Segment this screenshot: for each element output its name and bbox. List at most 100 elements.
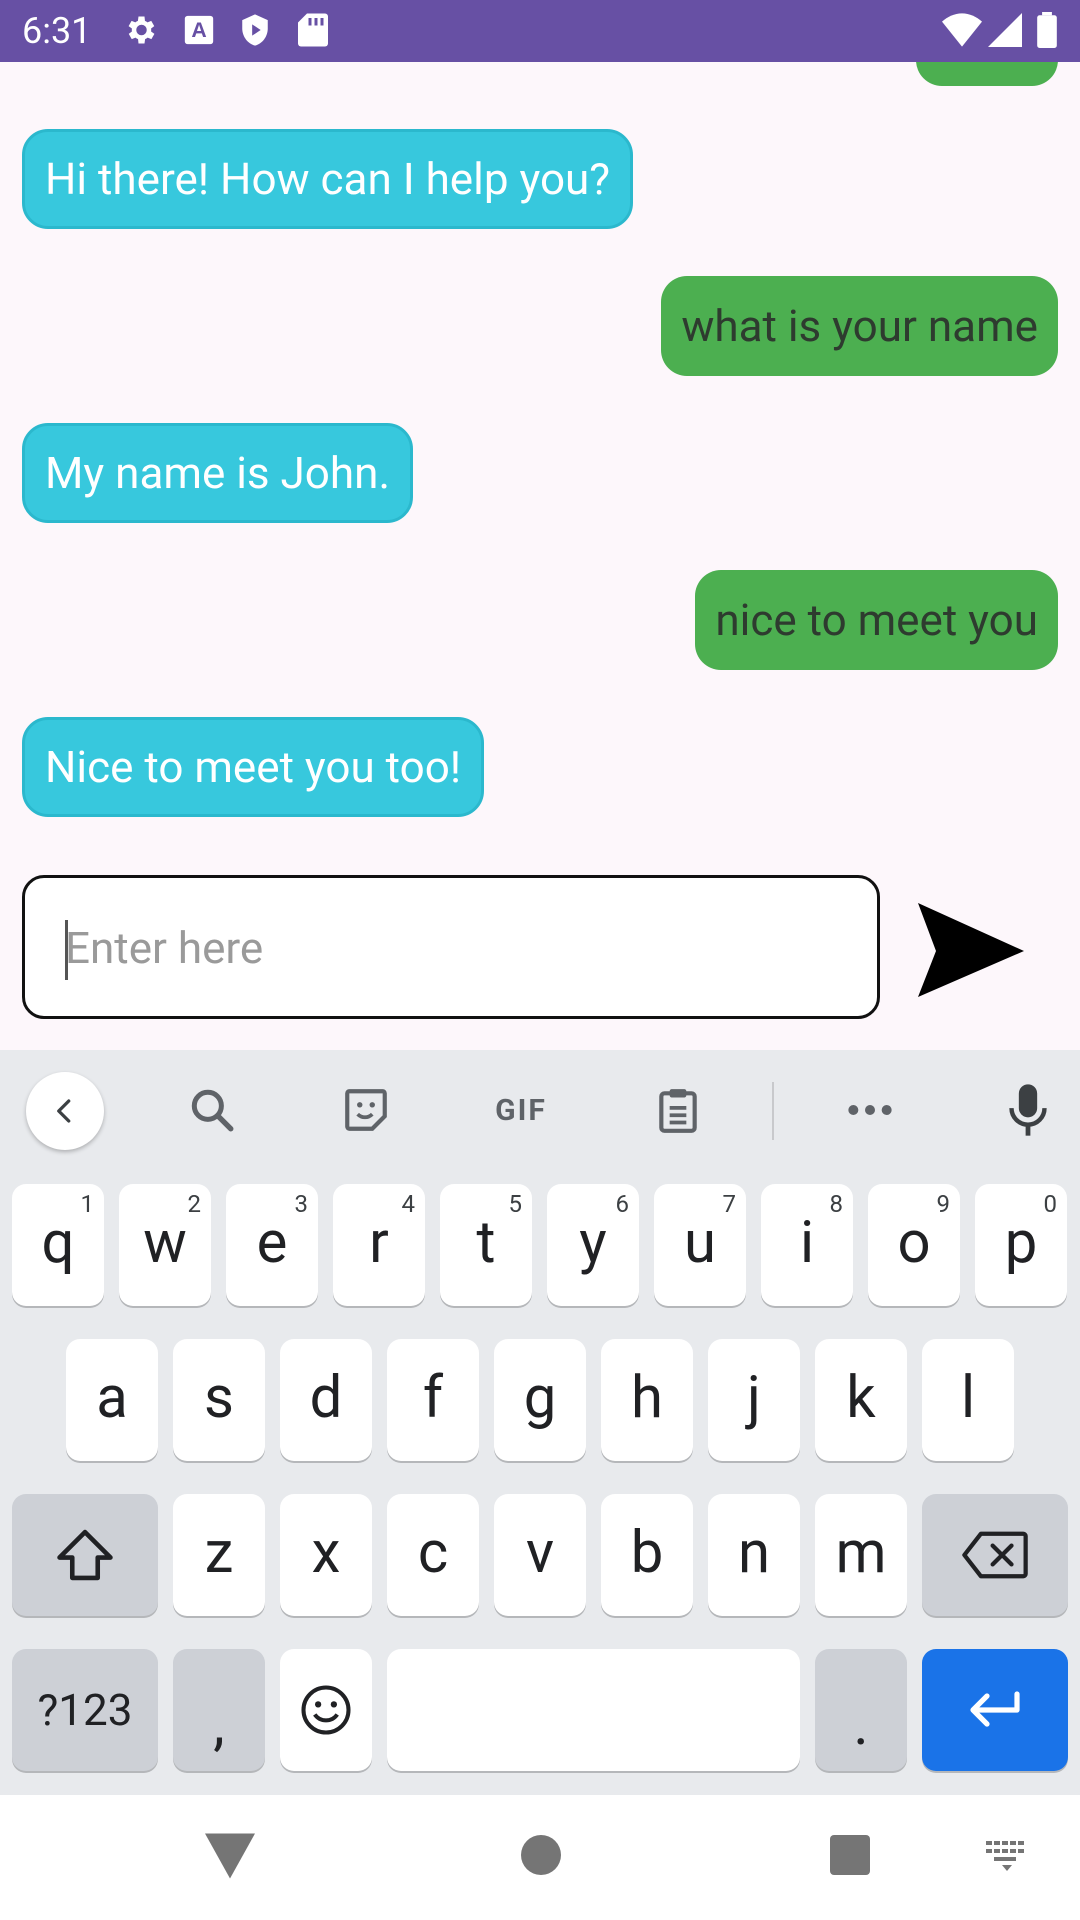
key-y[interactable]: 6y [547, 1184, 639, 1306]
backspace-icon [962, 1531, 1028, 1579]
key-hint: 4 [401, 1190, 416, 1218]
toolbar-divider [772, 1082, 774, 1140]
message-text: what is your name [681, 300, 1038, 352]
key-hint: 0 [1043, 1190, 1058, 1218]
sticker-icon [345, 1089, 387, 1131]
key-label: x [311, 1519, 341, 1587]
key-label: n [737, 1519, 771, 1587]
mic-icon [1009, 1084, 1047, 1136]
key-h[interactable]: h [601, 1339, 693, 1461]
key-label: f [422, 1364, 444, 1432]
key-label: , [213, 1691, 225, 1759]
signal-icon [988, 12, 1022, 52]
key-t[interactable]: 5t [440, 1184, 532, 1306]
gear-icon [122, 12, 158, 52]
sd-card-icon [298, 12, 328, 52]
key-s[interactable]: s [173, 1339, 265, 1461]
backspace-key[interactable] [922, 1494, 1068, 1616]
key-b[interactable]: b [601, 1494, 693, 1616]
shift-icon [57, 1529, 113, 1581]
back-button[interactable] [205, 1833, 255, 1879]
key-hint: 8 [829, 1190, 844, 1218]
emoji-key[interactable] [280, 1649, 372, 1771]
comma-key[interactable]: , [173, 1649, 265, 1771]
period-key[interactable]: . [815, 1649, 907, 1771]
chat-bubble-bot: Nice to meet you too! [22, 717, 485, 817]
more-icon [848, 1105, 892, 1115]
emoji-icon [301, 1685, 351, 1735]
key-hint: 2 [187, 1190, 202, 1218]
symbols-key[interactable]: ?123 [12, 1649, 158, 1771]
key-label: d [309, 1364, 343, 1432]
recents-icon [830, 1835, 870, 1875]
key-u[interactable]: 7u [654, 1184, 746, 1306]
navigation-bar [0, 1795, 1080, 1920]
key-hint: 7 [722, 1190, 737, 1218]
collapse-button[interactable] [26, 1072, 104, 1150]
key-a[interactable]: a [66, 1339, 158, 1461]
chat-bubble-bot: Hi there! How can I help you? [22, 129, 634, 229]
key-p[interactable]: 0p [975, 1184, 1067, 1306]
key-g[interactable]: g [494, 1339, 586, 1461]
key-hint: 3 [294, 1190, 309, 1218]
clipboard-button[interactable] [646, 1078, 710, 1142]
shield-play-icon [238, 12, 272, 52]
send-icon [918, 903, 1024, 997]
more-button[interactable] [838, 1078, 902, 1142]
key-m[interactable]: m [815, 1494, 907, 1616]
key-label: p [1004, 1209, 1038, 1277]
space-key[interactable] [387, 1649, 800, 1771]
mic-button[interactable] [996, 1078, 1060, 1142]
send-button[interactable] [912, 895, 1032, 1005]
key-x[interactable]: x [280, 1494, 372, 1616]
key-w[interactable]: 2w [119, 1184, 211, 1306]
search-button[interactable] [180, 1078, 244, 1142]
recents-button[interactable] [830, 1835, 870, 1875]
key-label: z [204, 1519, 234, 1587]
chat-bubble-bot: My name is John. [22, 423, 414, 523]
key-r[interactable]: 4r [333, 1184, 425, 1306]
key-n[interactable]: n [708, 1494, 800, 1616]
status-time: 6:31 [22, 10, 92, 52]
home-button[interactable] [521, 1835, 561, 1875]
key-q[interactable]: 1q [12, 1184, 104, 1306]
key-o[interactable]: 9o [868, 1184, 960, 1306]
chat-bubble-user: what is your name [661, 276, 1058, 376]
key-l[interactable]: l [922, 1339, 1014, 1461]
key-hint: 1 [80, 1190, 95, 1218]
key-label: u [684, 1209, 716, 1277]
chat-bubble-user-partial [916, 62, 1058, 86]
key-c[interactable]: c [387, 1494, 479, 1616]
shift-key[interactable] [12, 1494, 158, 1616]
svg-text:A: A [191, 18, 206, 42]
key-label: ?123 [37, 1684, 133, 1736]
home-icon [521, 1835, 561, 1875]
key-label: . [853, 1691, 869, 1759]
gif-icon: GIF [495, 1092, 547, 1128]
key-label: q [41, 1209, 75, 1277]
message-text: Hi there! How can I help you? [45, 153, 611, 205]
keyboard-switch-button[interactable] [986, 1841, 1030, 1871]
key-e[interactable]: 3e [226, 1184, 318, 1306]
gif-button[interactable]: GIF [486, 1078, 556, 1142]
key-d[interactable]: d [280, 1339, 372, 1461]
key-label: v [525, 1519, 555, 1587]
key-i[interactable]: 8i [761, 1184, 853, 1306]
key-v[interactable]: v [494, 1494, 586, 1616]
battery-icon [1036, 12, 1058, 52]
enter-key[interactable] [922, 1649, 1068, 1771]
key-label: h [631, 1364, 663, 1432]
chevron-left-icon [57, 1099, 71, 1123]
keyboard-toolbar: GIF [0, 1050, 1080, 1170]
key-j[interactable]: j [708, 1339, 800, 1461]
chat-bubble-user: nice to meet you [695, 570, 1058, 670]
key-f[interactable]: f [387, 1339, 479, 1461]
sticker-button[interactable] [334, 1078, 398, 1142]
back-icon [205, 1833, 255, 1879]
key-k[interactable]: k [815, 1339, 907, 1461]
key-z[interactable]: z [173, 1494, 265, 1616]
key-label: a [96, 1364, 128, 1432]
keyboard: GIF 1q 2w 3e 4r 5t 6y 7u 8i 9o 0p a s d … [0, 1050, 1080, 1795]
message-input[interactable]: Enter here [22, 875, 880, 1019]
enter-icon [970, 1691, 1020, 1727]
